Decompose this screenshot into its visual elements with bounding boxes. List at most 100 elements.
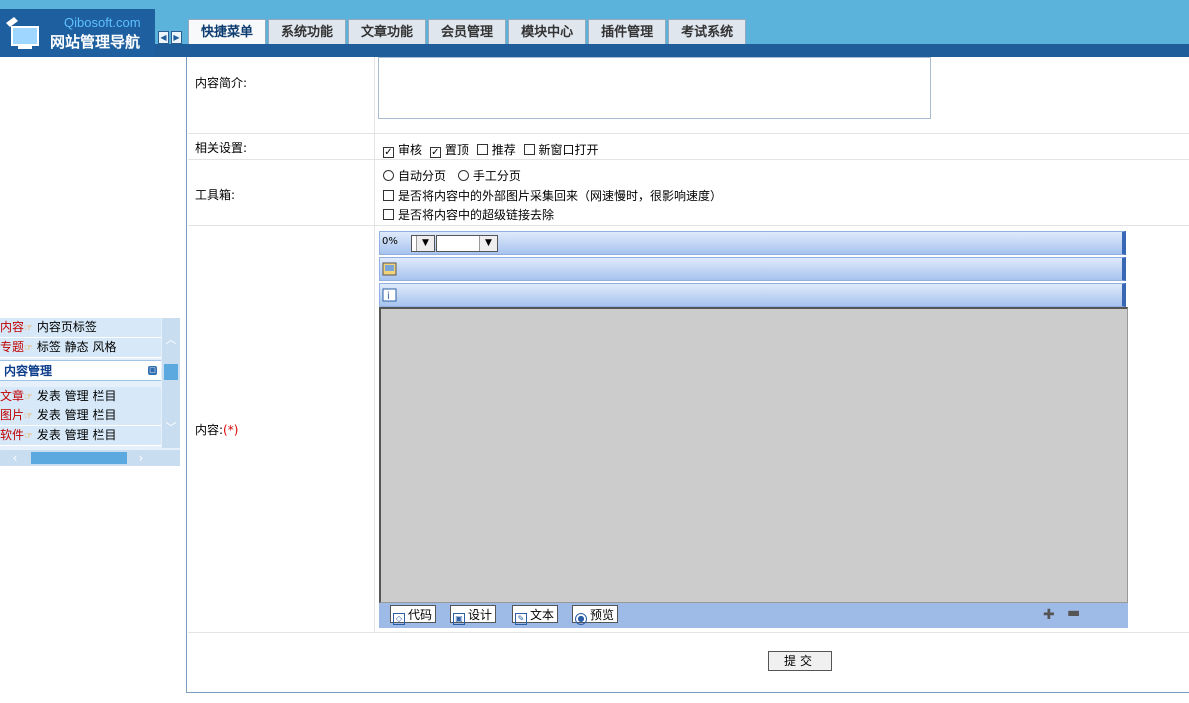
intro-label: 内容简介: [195, 76, 248, 90]
svg-text:i: i [387, 291, 390, 302]
tab-exam[interactable]: 考试系统 [668, 19, 747, 44]
sidebar-item-topic[interactable]: 专题☞ 标签 静态 风格 [0, 338, 161, 358]
computer-logo-icon [6, 17, 39, 49]
new-window-checkbox[interactable] [523, 144, 535, 155]
logo-brand: Qibosoft.com [64, 15, 141, 30]
sidebar-item-software[interactable]: 软件☞ 发表 管理 栏目 [0, 426, 161, 446]
zoom-readout: 0% [382, 236, 398, 247]
sidebar-item-key[interactable]: 图片 [0, 408, 24, 422]
tab-system[interactable]: 系统功能 [268, 19, 347, 44]
editor-canvas[interactable] [379, 307, 1128, 603]
sidebar-item-links[interactable]: 发表 管理 栏目 [37, 408, 117, 422]
new-window-label: 新窗口打开 [538, 143, 599, 157]
fetch-images-option: 是否将内容中的外部图片采集回来（网速慢时，很影响速度） [383, 187, 722, 204]
tab-article[interactable]: 文章功能 [348, 19, 427, 44]
chevron-down-icon: ▼ [416, 236, 434, 251]
editor-toolbar-1: 0% ▼ ▼ [379, 231, 1126, 255]
scroll-down-icon[interactable]: ﹀ [165, 422, 177, 434]
collapse-icon[interactable]: □ [148, 366, 157, 375]
sidebar-item-key[interactable]: 软件 [0, 428, 24, 442]
fetch-images-checkbox[interactable] [383, 190, 394, 201]
form-divider [374, 57, 375, 632]
sidebar-section-title[interactable]: 内容管理 □ [0, 360, 161, 381]
top-bar-stripe [0, 44, 1189, 57]
sidebar-item-key[interactable]: 专题 [0, 340, 24, 354]
hand-pointer-icon: ☞ [24, 411, 33, 422]
row-divider [188, 225, 1189, 226]
strip-links-option: 是否将内容中的超级链接去除 [383, 206, 554, 223]
tab-modules[interactable]: 模块中心 [508, 19, 587, 44]
scroll-right-icon[interactable]: › [134, 450, 148, 466]
tab-members[interactable]: 会员管理 [428, 19, 507, 44]
settings-label: 相关设置: [195, 141, 248, 155]
format-select[interactable]: ▼ [436, 235, 498, 252]
auto-paging-label: 自动分页 [398, 169, 447, 183]
approve-checkbox[interactable]: ✓ [383, 147, 394, 158]
row-divider [188, 133, 1189, 134]
preview-mode-button[interactable]: ● 预览 [572, 605, 619, 625]
expand-right-button[interactable]: ▶ [171, 31, 182, 44]
fetch-images-label: 是否将内容中的外部图片采集回来（网速慢时，很影响速度） [398, 189, 723, 203]
text-icon: ✎ [515, 613, 527, 625]
design-mode-button[interactable]: ▣ 设计 [450, 605, 497, 625]
submit-button[interactable]: 提交 [768, 651, 832, 671]
approve-label: 审核 [398, 143, 423, 157]
top-label: 置顶 [444, 143, 469, 157]
tab-quick-menu[interactable]: 快捷菜单 [188, 19, 267, 44]
sidebar-horizontal-scrollbar[interactable]: ‹ › [0, 450, 180, 466]
required-mark: (*) [223, 423, 239, 437]
code-icon: ◇ [393, 613, 405, 625]
recommend-label: 推荐 [491, 143, 516, 157]
sidebar-vertical-scrollbar[interactable]: ︿ ﹀ [162, 318, 180, 448]
content-label: 内容:(*) [195, 423, 239, 437]
manual-paging-label: 手工分页 [472, 169, 521, 183]
sidebar-item-content[interactable]: 内容☞ 内容页标签 [0, 318, 161, 338]
editor-toolbar-2 [379, 257, 1126, 281]
auto-paging-radio[interactable] [383, 170, 394, 181]
sidebar-item-links[interactable]: 发表 管理 栏目 [37, 428, 117, 442]
insert-image-icon[interactable] [382, 262, 397, 276]
logo-area: Qibosoft.com 网站管理导航 [0, 9, 155, 57]
manual-paging-radio[interactable] [457, 170, 469, 181]
sidebar-item-links[interactable]: 发表 管理 栏目 [37, 389, 117, 403]
preview-icon: ● [575, 613, 587, 625]
settings-options: ✓ 审核 ✓ 置顶 推荐 新窗口打开 [383, 141, 599, 158]
sidebar-item-image[interactable]: 图片☞ 发表 管理 栏目 [0, 406, 161, 426]
row-divider [188, 159, 1189, 160]
collapse-left-button[interactable]: ◀ [158, 31, 169, 44]
sidebar-item-key[interactable]: 内容 [0, 320, 24, 334]
editor-mode-bar: ◇ 代码 ▣ 设计 ✎ 文本 ● 预览 [379, 603, 1128, 628]
paging-options: 自动分页 手工分页 [383, 167, 521, 184]
text-mode-button[interactable]: ✎ 文本 [512, 605, 559, 625]
scroll-thumb[interactable] [31, 452, 127, 464]
scroll-up-icon[interactable]: ︿ [165, 334, 177, 346]
info-icon[interactable]: i [382, 288, 397, 302]
sidebar-item-article[interactable]: 文章☞ 发表 管理 栏目 [0, 387, 161, 407]
sidebar-item-key[interactable]: 文章 [0, 389, 24, 403]
editor-toolbar-3: i [379, 283, 1126, 307]
row-divider [188, 632, 1189, 633]
strip-links-label: 是否将内容中的超级链接去除 [398, 208, 555, 222]
intro-textarea[interactable] [378, 57, 931, 119]
hand-pointer-icon: ☞ [24, 431, 33, 442]
scroll-left-icon[interactable]: ‹ [8, 450, 22, 466]
enlarge-editor-icon[interactable]: ✚ [1043, 607, 1055, 623]
hand-pointer-icon: ☞ [24, 323, 33, 334]
sidebar-item-links[interactable]: 内容页标签 [37, 320, 97, 334]
code-mode-button[interactable]: ◇ 代码 [390, 605, 437, 625]
recommend-checkbox[interactable] [476, 144, 488, 155]
sidebar-item-links[interactable]: 标签 静态 风格 [37, 340, 117, 354]
hand-pointer-icon: ☞ [24, 392, 33, 403]
zoom-select[interactable]: ▼ [411, 235, 435, 252]
logo-title: 网站管理导航 [50, 33, 141, 51]
design-icon: ▣ [453, 613, 465, 625]
top-checkbox[interactable]: ✓ [429, 147, 441, 158]
chevron-down-icon: ▼ [479, 236, 497, 251]
hand-pointer-icon: ☞ [24, 343, 33, 354]
toolbox-label: 工具箱: [195, 188, 236, 202]
top-tabs: 快捷菜单 系统功能 文章功能 会员管理 模块中心 插件管理 考试系统 [188, 19, 748, 44]
scroll-thumb[interactable] [164, 364, 178, 380]
shrink-editor-icon[interactable]: ▬ [1067, 605, 1080, 621]
tab-plugins[interactable]: 插件管理 [588, 19, 667, 44]
strip-links-checkbox[interactable] [383, 209, 394, 220]
